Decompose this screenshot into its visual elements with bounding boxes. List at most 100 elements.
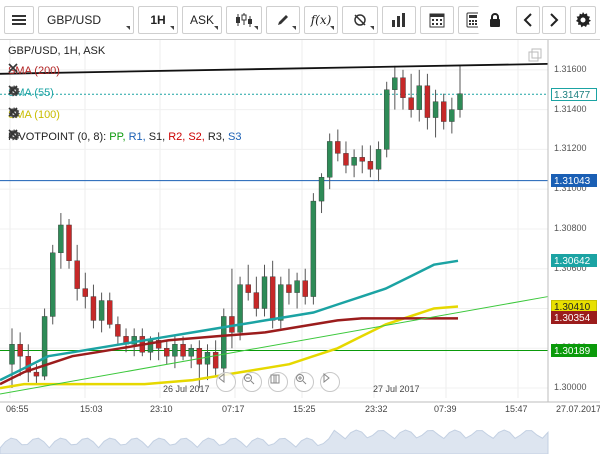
pivot-pp: PP, (109, 131, 126, 143)
candle-body (107, 300, 113, 325)
date-label-27jul: 27 Jul 2017 (373, 384, 420, 394)
dropdown-caret-icon (214, 26, 218, 30)
dropdown-caret-icon (254, 26, 258, 30)
candle-body (367, 161, 374, 170)
scroll-right-button[interactable] (542, 6, 566, 34)
zoom-out-button[interactable] (242, 372, 262, 392)
candle-body (74, 260, 80, 289)
candle-body (294, 280, 300, 293)
candle-body (375, 149, 382, 170)
maximize-icon[interactable] (528, 48, 542, 62)
close-icon[interactable] (8, 85, 86, 99)
candle-body (416, 85, 422, 110)
reset-zoom-button[interactable] (268, 372, 288, 392)
close-icon[interactable] (8, 129, 273, 143)
drawn-trendline (0, 62, 549, 75)
candle-body (82, 288, 89, 297)
volume-area (0, 429, 549, 454)
candle-body (335, 141, 341, 154)
dropdown-caret-icon (330, 26, 334, 30)
candle-body (188, 348, 194, 357)
candle-body (9, 344, 15, 365)
candle-body (278, 284, 284, 321)
candle-body (310, 200, 317, 297)
candle-body (261, 276, 268, 309)
chart-title-text: GBP/USD, 1H, ASK (8, 45, 106, 57)
candle-body (180, 344, 186, 357)
gear-icon[interactable] (8, 107, 76, 121)
candle-body (457, 93, 463, 110)
close-icon[interactable] (8, 63, 76, 77)
volume-area-shape (0, 429, 549, 454)
indicators-button[interactable]: f(x) (304, 6, 338, 34)
candle-body (441, 101, 447, 122)
candle-body (269, 276, 276, 321)
price-tick-label: 1.31400 (554, 103, 587, 114)
price-tick-label: 1.31200 (554, 143, 587, 154)
symbol-label: GBP/USD (47, 13, 102, 27)
price-tag: 1.30354 (551, 311, 597, 325)
chart-type-button[interactable] (226, 6, 262, 34)
draw-tool-button[interactable] (266, 6, 300, 34)
price-tag: 1.31477 (551, 87, 597, 101)
price-tick-label: 1.30000 (554, 382, 587, 393)
candle-body (424, 85, 431, 118)
price-tick-label: 1.31600 (554, 63, 587, 74)
candle-body (115, 324, 121, 337)
scroll-left-button[interactable] (516, 6, 540, 34)
zoom-in-button[interactable] (294, 372, 314, 392)
calendar-button[interactable] (420, 6, 454, 34)
candle-body (164, 348, 170, 357)
time-tick-label: 23:32 (365, 404, 388, 414)
price-type-select[interactable]: ASK (182, 6, 222, 34)
fx-label: f(x) (310, 13, 332, 27)
candle-body (432, 101, 439, 118)
settings-button[interactable] (570, 6, 596, 34)
candle-body (253, 292, 260, 309)
pivot-r1: R1, (128, 131, 146, 143)
lock-button[interactable] (478, 6, 512, 34)
pivot-s2: S2, (188, 131, 205, 143)
price-tag: 1.30642 (551, 253, 597, 267)
pivot-s3: S3 (227, 131, 242, 143)
candle-body (383, 89, 390, 150)
candle-body (400, 77, 406, 98)
pivot-prefix: PIVOTPOINT (0, 8): (8, 131, 110, 143)
candle-body (33, 371, 40, 377)
candle-body (286, 284, 292, 293)
time-tick-label: 07:39 (434, 404, 457, 414)
candle-body (196, 348, 203, 365)
candle-body (302, 280, 308, 297)
candle-body (50, 252, 56, 317)
nav-back-button[interactable] (216, 372, 236, 392)
nav-forward-button[interactable] (320, 372, 340, 392)
chevron-left-icon (523, 13, 532, 27)
legend-sma100: SMA (100) (8, 107, 92, 123)
candle-body (449, 109, 455, 122)
close-icon[interactable] (8, 107, 92, 121)
dropdown-caret-icon (292, 26, 296, 30)
price-tick-label: 1.30800 (554, 222, 587, 233)
gear-icon[interactable] (8, 85, 70, 99)
eraser-icon (354, 14, 366, 26)
candle-body (58, 224, 64, 254)
candle-body (318, 177, 325, 202)
lock-icon (490, 13, 500, 27)
candle-body (172, 344, 178, 357)
fit-icon (270, 374, 280, 384)
gear-icon[interactable] (8, 129, 257, 143)
time-tick-label: 15:25 (293, 404, 316, 414)
timeframe-select[interactable]: 1H (138, 6, 178, 34)
time-tick-label: 15:03 (80, 404, 103, 414)
hide-drawings-button[interactable] (342, 6, 378, 34)
legend-sma200: SMA (200) (8, 63, 76, 79)
menu-button[interactable] (4, 6, 34, 34)
candle-body (66, 224, 72, 261)
triangle-right-icon (323, 373, 330, 383)
price-chart[interactable]: GBP/USD, 1H, ASK SMA (200) SMA (55) SMA … (0, 40, 600, 454)
time-tick-label: 15:47 (505, 404, 528, 414)
volume-button[interactable] (382, 6, 416, 34)
candle-body (17, 344, 23, 357)
symbol-select[interactable]: GBP/USD (38, 6, 134, 34)
candlestick-icon (236, 13, 252, 27)
